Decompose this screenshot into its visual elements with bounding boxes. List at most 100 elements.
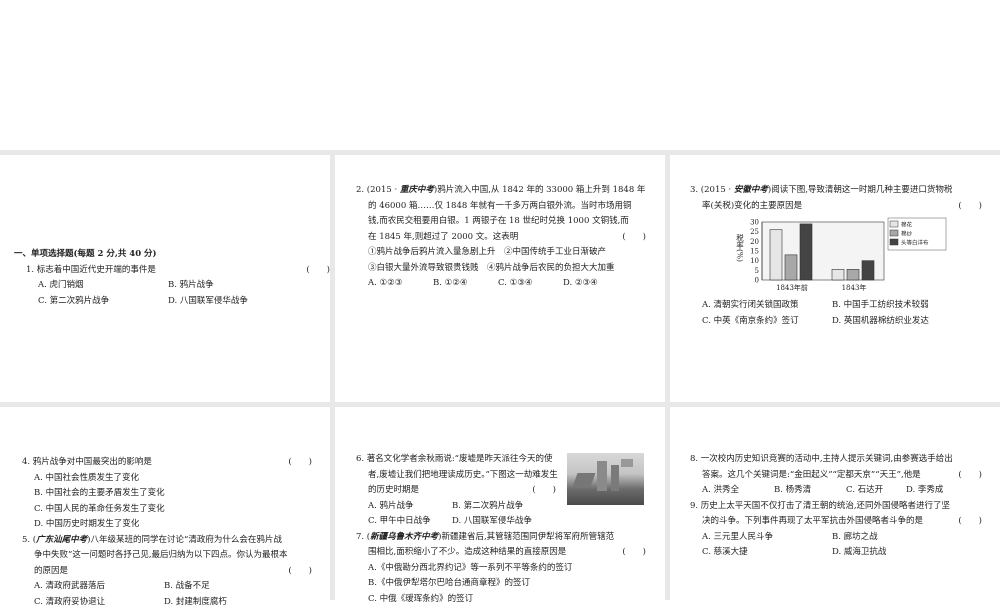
option[interactable]: A. 洪秀全 bbox=[702, 483, 774, 499]
y-tick-label: 20 bbox=[750, 238, 759, 246]
divider bbox=[330, 150, 335, 600]
question-panel-1: 一、单项选择题(每题 2 分,共 40 分) 1. 标志着中国近代史开端的事件是… bbox=[14, 247, 324, 309]
option[interactable]: D. 八国联军侵华战争 bbox=[168, 294, 248, 310]
section-title: 一、单项选择题(每题 2 分,共 40 分) bbox=[14, 247, 324, 263]
question-stem: 率(关税)变化的主要原因是 bbox=[702, 201, 802, 211]
tariff-bar-chart: 051015202530税率(%)1843年前1843年棉花棉纱头等白洋布 bbox=[734, 216, 954, 298]
answer-blank[interactable]: ( ) bbox=[622, 545, 646, 561]
divider bbox=[0, 150, 1000, 155]
bar-棉纱 bbox=[847, 269, 859, 280]
option[interactable]: B. 第二次鸦片战争 bbox=[452, 499, 523, 515]
bar-头等白洋布 bbox=[800, 224, 812, 280]
option[interactable]: D. 中国历史时期发生了变化 bbox=[22, 517, 312, 533]
answer-blank[interactable]: ( ) bbox=[622, 230, 646, 246]
answer-blank[interactable]: ( ) bbox=[306, 263, 330, 279]
question-stem: )阅读下图,导致清朝这一时期几种主要进口货物税 bbox=[768, 185, 953, 195]
option[interactable]: A. 清朝实行闭关锁国政策 bbox=[702, 298, 832, 314]
option[interactable]: B. 杨秀清 bbox=[774, 483, 846, 499]
question-source: 安徽中考 bbox=[734, 185, 768, 195]
question-stem: 的历史时期是 bbox=[368, 485, 419, 495]
answer-blank[interactable]: ( ) bbox=[958, 199, 982, 215]
question-stem: 8. 一次校内历史知识竞赛的活动中,主持人提示关键词,由参赛选手给出 bbox=[690, 452, 982, 468]
question-stem: 4. 鸦片战争对中国最突出的影响是 bbox=[22, 457, 152, 467]
divider bbox=[665, 150, 670, 600]
x-tick-label: 1843年 bbox=[842, 283, 867, 292]
question-panel-4: 4. 鸦片战争对中国最突出的影响是 ( ) A. 中国社会性质发生了变化 B. 中… bbox=[22, 455, 312, 610]
option[interactable]: B. 战备不足 bbox=[164, 579, 210, 595]
option[interactable]: D. 威海卫抗战 bbox=[832, 545, 886, 561]
question-number: 5. ( bbox=[22, 535, 36, 545]
option[interactable]: A. 鸦片战争 bbox=[368, 499, 452, 515]
question-number: 2. (2015 · bbox=[356, 185, 400, 195]
option[interactable]: A.《中俄勘分西北界约记》等一系列不平等条约的签订 bbox=[356, 561, 646, 577]
legend-label: 棉花 bbox=[901, 221, 913, 229]
question-stem: )八年级某班的同学在讨论“清政府为什么会在鸦片战 bbox=[87, 535, 282, 545]
question-number: 3. (2015 · bbox=[690, 185, 734, 195]
option[interactable]: C. 中英《南京条约》签订 bbox=[702, 314, 832, 330]
question-stem: )新疆建省后,其管辖范围同伊犁将军府所管辖范 bbox=[438, 532, 614, 542]
bar-棉纱 bbox=[785, 255, 797, 280]
option[interactable]: C. 中国人民的革命任务发生了变化 bbox=[22, 502, 312, 518]
answer-blank[interactable]: ( ) bbox=[532, 483, 556, 499]
option[interactable]: D. 李秀成 bbox=[906, 483, 943, 499]
question-1: 1. 标志着中国近代史开端的事件是( ) bbox=[14, 263, 324, 279]
legend-label: 棉纱 bbox=[901, 230, 913, 238]
option[interactable]: B. 鸦片战争 bbox=[168, 278, 214, 294]
option[interactable]: A. 三元里人民斗争 bbox=[702, 530, 832, 546]
option[interactable]: B. 中国手工纺织技术较弱 bbox=[832, 298, 929, 314]
question-panel-2: 2. (2015 · 重庆中考)鸦片流入中国,从 1842 年的 33000 箱… bbox=[356, 183, 646, 292]
option[interactable]: A. 清政府武器落后 bbox=[34, 579, 164, 595]
answer-blank[interactable]: ( ) bbox=[958, 514, 982, 530]
question-panel-3: 3. (2015 · 安徽中考)阅读下图,导致清朝这一时期几种主要进口货物税 率… bbox=[690, 183, 982, 329]
question-stem: 9. 历史上太平天国不仅打击了清王朝的统治,还同外国侵略者进行了坚 bbox=[690, 499, 982, 515]
option[interactable]: A. 中国社会性质发生了变化 bbox=[22, 471, 312, 487]
bar-头等白洋布 bbox=[862, 261, 874, 280]
bar-棉花 bbox=[832, 269, 844, 280]
question-stem: 的原因是 bbox=[34, 566, 68, 576]
y-tick-label: 5 bbox=[755, 267, 759, 275]
question-stem: 决的斗争。下列事件再现了太平军抗击外国侵略者斗争的是 bbox=[702, 516, 923, 526]
question-stem: 的 46000 箱……仅 1848 年就有一千多万两白银外流。当时市场用铜 bbox=[356, 199, 646, 215]
divider bbox=[0, 402, 1000, 407]
question-stem: 1. 标志着中国近代史开端的事件是 bbox=[26, 265, 156, 275]
y-tick-label: 25 bbox=[750, 228, 759, 236]
option[interactable]: C. 甲午中日战争 bbox=[368, 514, 452, 530]
question-source: 重庆中考 bbox=[400, 185, 434, 195]
option[interactable]: B. 廊坊之战 bbox=[832, 530, 878, 546]
answer-blank[interactable]: ( ) bbox=[288, 564, 312, 580]
option[interactable]: A. ①②③ bbox=[368, 276, 433, 292]
option[interactable]: C. 第二次鸦片战争 bbox=[38, 294, 168, 310]
question-source: 新疆乌鲁木齐中考 bbox=[370, 532, 438, 542]
statement: ③白银大量外流导致银贵钱贱 ④鸦片战争后农民的负担大大加重 bbox=[356, 261, 646, 277]
legend-swatch bbox=[890, 221, 898, 227]
option[interactable]: C. ①③④ bbox=[498, 276, 563, 292]
option[interactable]: C. 石达开 bbox=[846, 483, 906, 499]
option[interactable]: C. 中俄《瑷珲条约》的签订 bbox=[356, 592, 646, 608]
question-stem: 6. 著名文化学者余秋雨说:“废墟是昨天派往今天的使 bbox=[356, 452, 646, 468]
option[interactable]: C. 慈溪大捷 bbox=[702, 545, 832, 561]
option[interactable]: D. 八国联军侵华战争 bbox=[452, 514, 532, 530]
answer-blank[interactable]: ( ) bbox=[288, 455, 312, 471]
legend-swatch bbox=[890, 230, 898, 236]
question-stem: 争中失败”这一问题时各抒己见,最后归纳为以下四点。你认为最根本 bbox=[22, 548, 312, 564]
answer-blank[interactable]: ( ) bbox=[958, 468, 982, 484]
option[interactable]: B.《中俄伊犁塔尔巴哈台通商章程》的签订 bbox=[356, 576, 646, 592]
option[interactable]: D. 封建制度腐朽 bbox=[164, 595, 227, 610]
question-stem: 围相比,面积缩小了不少。造成这种结果的直接原因是 bbox=[368, 547, 566, 557]
option[interactable]: B. 中国社会的主要矛盾发生了变化 bbox=[22, 486, 312, 502]
question-source: 广东汕尾中考 bbox=[36, 535, 87, 545]
legend-swatch bbox=[890, 239, 898, 245]
bar-棉花 bbox=[770, 230, 782, 280]
option[interactable]: B. ①②④ bbox=[433, 276, 498, 292]
legend-label: 头等白洋布 bbox=[901, 239, 929, 247]
y-tick-label: 15 bbox=[750, 248, 759, 256]
question-panel-5: 6. 著名文化学者余秋雨说:“废墟是昨天派往今天的使 者,废墟让我们把地理读成历… bbox=[356, 452, 646, 602]
option[interactable]: A. 虎门销烟 bbox=[38, 278, 168, 294]
y-tick-label: 30 bbox=[750, 219, 759, 227]
option[interactable]: D. ②③④ bbox=[563, 276, 598, 292]
option[interactable]: D. 英国机器棉纺织业发达 bbox=[832, 314, 929, 330]
y-axis-label: 税率(%) bbox=[735, 233, 744, 262]
statement: ①鸦片战争后鸦片流入量急剧上升 ②中国传统手工业日渐破产 bbox=[356, 245, 646, 261]
option[interactable]: C. 清政府妥协退让 bbox=[34, 595, 164, 610]
question-number: 7. ( bbox=[356, 532, 370, 542]
